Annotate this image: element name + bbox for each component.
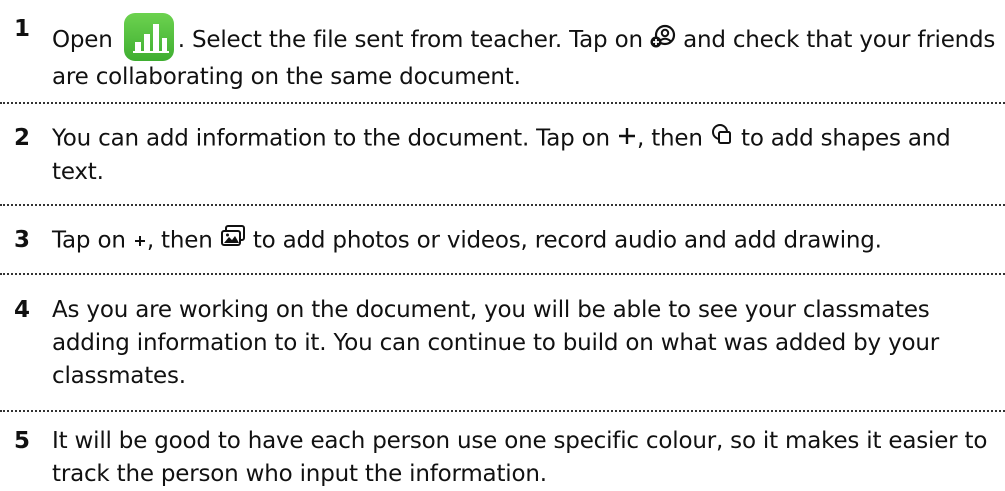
separator [0,273,1005,275]
media-icon [220,224,246,258]
step-text-part: to add photos or videos, record audio an… [252,227,882,254]
separator [0,204,1005,206]
step-text-part: You can add information to the document.… [52,125,610,152]
step-text: As you are working on the document, you … [52,297,939,389]
step-number: 3 [14,227,31,253]
step-text-part: , then [637,125,703,152]
numbers-app-icon [123,13,174,61]
shapes-icon [710,122,734,156]
step-text-part: . Select the file sent from teacher. Tap… [177,27,643,53]
step-number: 4 [14,297,31,323]
plus-small-icon [133,225,147,258]
step-text: Tap on , then to add photos or videos, r… [52,224,999,258]
step-text-part: , then [146,227,213,254]
step-text-part: Open [52,27,113,53]
step-text: It will be good to have each person use … [52,428,988,487]
step-text: You can add information to the document.… [52,122,999,189]
step-text-part: Tap on [52,227,126,254]
step-number: 2 [14,125,31,151]
step-number: 1 [14,16,31,42]
step-text: Open . Select the file sent from teacher… [52,13,999,94]
separator [0,410,1005,412]
plus-icon [617,123,637,156]
step-number: 5 [14,428,31,454]
collaborate-icon [650,23,676,59]
separator [0,102,1005,104]
